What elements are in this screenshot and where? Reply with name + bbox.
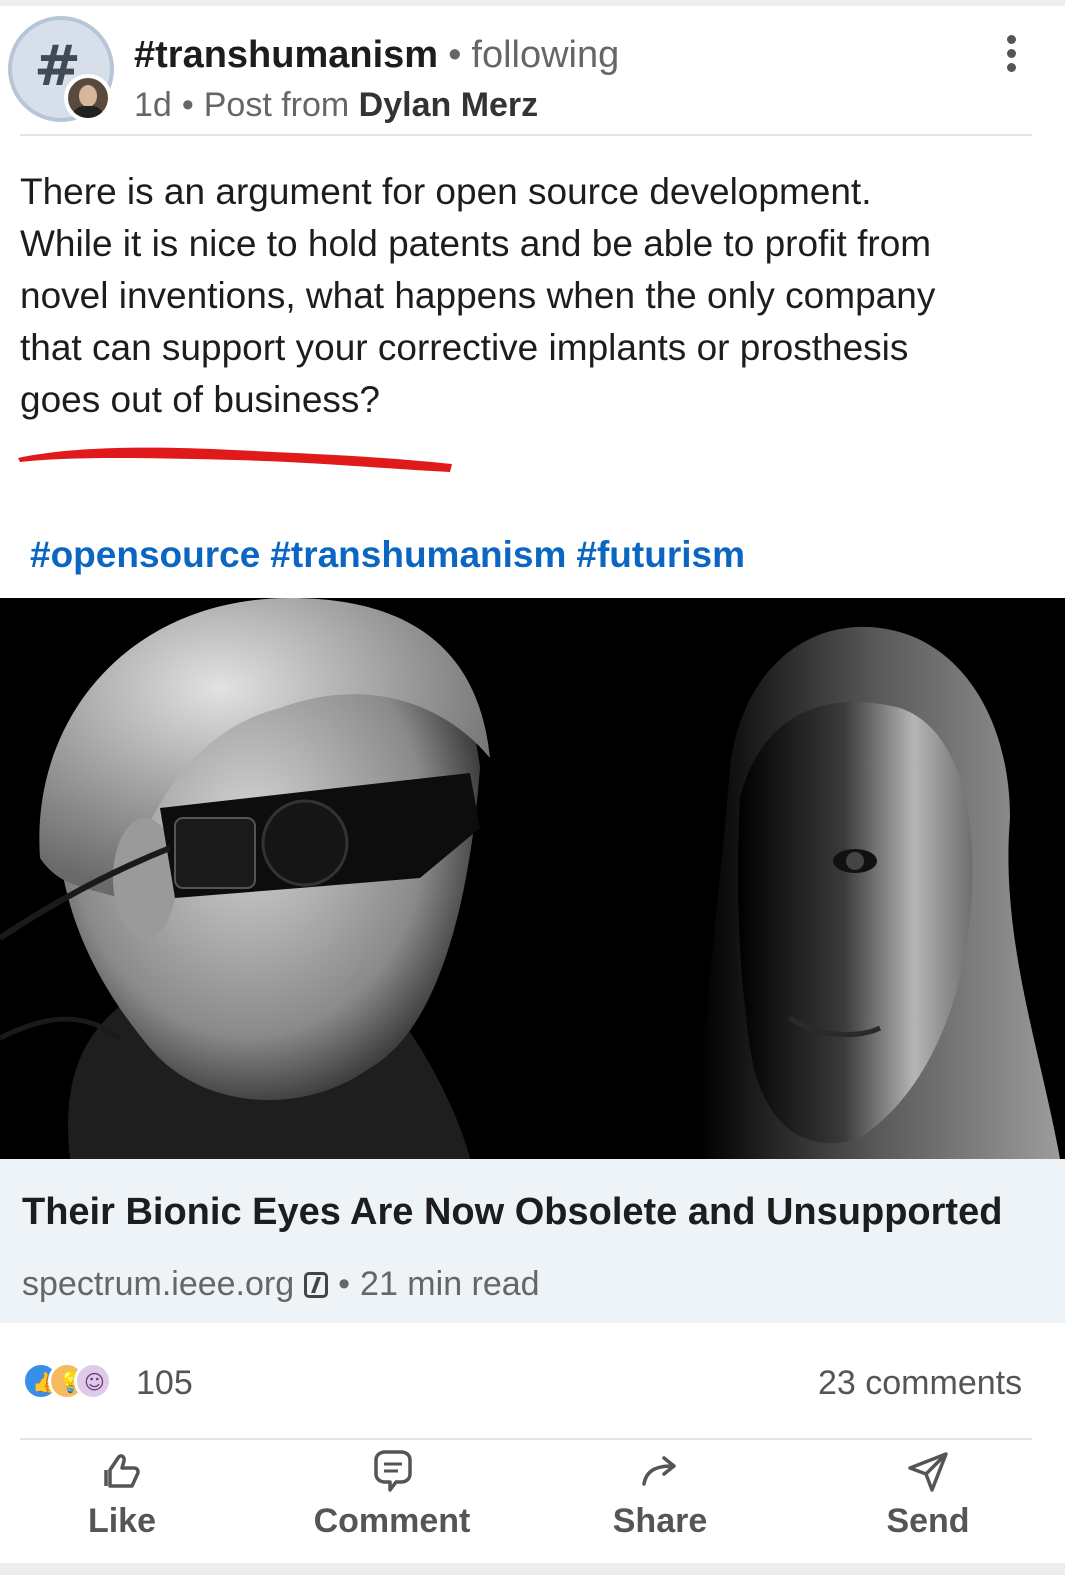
comment-button[interactable]: Comment [292, 1446, 492, 1556]
avatar-face [79, 85, 97, 107]
article-title[interactable]: Their Bionic Eyes Are Now Obsolete and U… [22, 1191, 1002, 1234]
header-divider [20, 134, 1032, 136]
article-image[interactable] [0, 598, 1065, 1159]
article-link-preview[interactable]: Their Bionic Eyes Are Now Obsolete and U… [0, 1159, 1065, 1323]
article-meta: spectrum.ieee.org • 21 min read [22, 1265, 540, 1304]
post-from-label: Post from [203, 86, 350, 124]
hashtag-link[interactable]: #transhumanism [134, 34, 438, 76]
red-underline-annotation [18, 447, 452, 472]
action-bar: Like Comment Share Send [0, 1446, 1065, 1556]
avatar-shirt [72, 106, 104, 118]
post-text-line: that can support your corrective implant… [20, 327, 909, 368]
post-text-line: novel inventions, what happens when the … [20, 275, 936, 316]
more-options-icon[interactable] [996, 32, 1026, 82]
post-age: 1d [134, 86, 172, 124]
thumbs-up-icon [104, 1454, 140, 1488]
send-button[interactable]: Send [828, 1446, 1028, 1556]
like-button[interactable]: Like [22, 1446, 222, 1556]
reaction-count[interactable]: 105 [136, 1364, 193, 1403]
meta-separator: • [338, 1265, 351, 1303]
reactions-summary[interactable]: 👍 💡 ☺ [22, 1362, 142, 1402]
title-separator: • [448, 34, 462, 76]
comment-icon [374, 1450, 412, 1492]
feed-post-card: # #transhumanism • following 1d • Post from … [0, 6, 1065, 1563]
post-body: There is an argument for open source dev… [20, 166, 1050, 426]
post-text-line: goes out of business? [20, 379, 380, 420]
send-icon [908, 1452, 948, 1492]
post-text-line: While it is nice to hold patents and be … [20, 223, 932, 264]
post-text-line: There is an argument for open source dev… [20, 171, 872, 212]
like-label: Like [87, 1502, 157, 1540]
article-read-time: 21 min read [360, 1265, 540, 1303]
hashtag-futurism[interactable]: #futurism [576, 534, 745, 575]
share-icon [642, 1456, 676, 1486]
author-name[interactable]: Dylan Merz [359, 86, 539, 124]
post-header: # #transhumanism • following 1d • Post from … [0, 6, 1065, 140]
share-button[interactable]: Share [560, 1446, 760, 1556]
comments-count[interactable]: 23 comments [818, 1364, 1022, 1403]
hashtag-transhumanism[interactable]: #transhumanism [270, 534, 566, 575]
send-label: Send [886, 1502, 970, 1540]
comment-label: Comment [313, 1502, 471, 1540]
header-subtitle: 1d • Post from Dylan Merz [134, 86, 538, 125]
following-label: following [471, 34, 620, 76]
actions-divider [20, 1438, 1032, 1440]
article-domain: spectrum.ieee.org [22, 1265, 295, 1303]
amp-icon [304, 1272, 329, 1298]
curious-icon: ☺ [74, 1362, 112, 1400]
article-photo-illustration [0, 598, 1065, 1159]
hashtag-opensource[interactable]: #opensource [30, 534, 260, 575]
post-hashtags: #opensource #transhumanism #futurism [30, 534, 755, 576]
share-label: Share [612, 1502, 708, 1540]
subtitle-separator: • [181, 86, 194, 124]
author-avatar[interactable] [64, 74, 112, 122]
header-title: #transhumanism • following [134, 34, 619, 77]
